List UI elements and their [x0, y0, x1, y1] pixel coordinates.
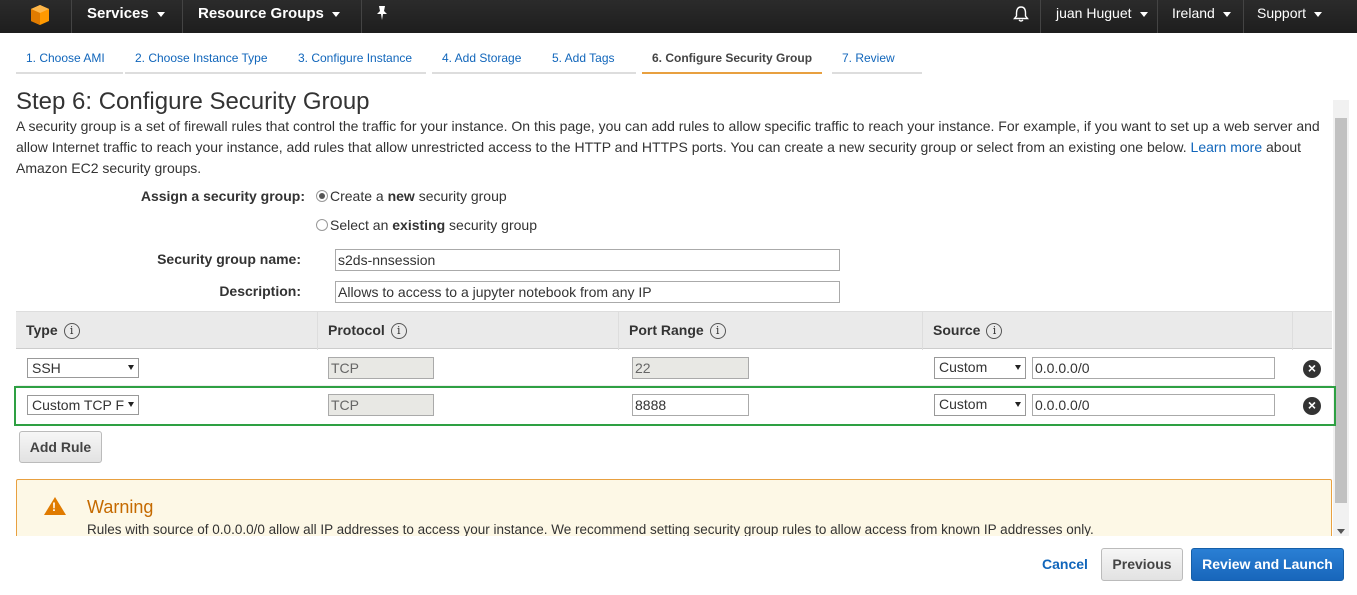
chevron-down-icon — [1015, 365, 1021, 370]
add-rule-button[interactable]: Add Rule — [19, 431, 102, 463]
rules-table-header: Type i Protocol i Port Range i Source i — [16, 311, 1332, 350]
remove-rule-icon[interactable]: × — [1303, 360, 1321, 378]
tab-add-storage[interactable]: 4. Add Storage — [432, 46, 550, 74]
cancel-button[interactable]: Cancel — [1042, 556, 1088, 572]
divider — [182, 0, 183, 33]
region-menu[interactable]: Ireland — [1172, 0, 1231, 33]
tab-review[interactable]: 7. Review — [832, 46, 922, 74]
tab-configure-security-group[interactable]: 6. Configure Security Group — [642, 46, 822, 74]
port-range-input[interactable]: 8888 — [632, 394, 749, 416]
chevron-down-icon — [1222, 11, 1231, 17]
assign-security-group-label: Assign a security group: — [140, 188, 305, 204]
divider — [71, 0, 72, 33]
scroll-down-icon[interactable] — [1337, 529, 1345, 534]
review-and-launch-button[interactable]: Review and Launch — [1191, 548, 1344, 581]
user-menu[interactable]: juan Huguet — [1056, 0, 1148, 33]
vertical-scrollbar[interactable] — [1333, 100, 1349, 538]
column-port-range: Port Range i — [619, 312, 923, 350]
source-cidr-input[interactable]: 0.0.0.0/0 — [1032, 357, 1275, 379]
divider — [1157, 0, 1158, 33]
warning-title: Warning — [87, 497, 154, 517]
page-title: Step 6: Configure Security Group — [16, 88, 370, 115]
table-row: SSH TCP 22 Custom 0.0.0.0/0 × — [16, 350, 1332, 386]
chevron-down-icon — [1139, 11, 1148, 17]
radio-create-new[interactable]: Create a new security group — [316, 188, 507, 204]
pin-icon[interactable] — [375, 5, 389, 24]
source-mode-value: Custom — [939, 396, 988, 412]
chevron-down-icon — [331, 11, 340, 17]
divider — [361, 0, 362, 33]
info-icon[interactable]: i — [390, 323, 407, 340]
type-value: Custom TCP F — [32, 397, 125, 413]
scrollbar-thumb[interactable] — [1335, 118, 1347, 503]
source-mode-value: Custom — [939, 359, 988, 375]
intro-text: A security group is a set of firewall ru… — [16, 118, 1320, 155]
column-source-label: Source — [933, 322, 981, 338]
protocol-field: TCP — [328, 394, 434, 416]
region-label: Ireland — [1172, 5, 1215, 21]
port-range-field: 22 — [632, 357, 749, 379]
chevron-down-icon — [128, 365, 134, 370]
type-select[interactable]: SSH — [27, 358, 139, 378]
security-group-name-input[interactable]: s2ds-nnsession — [335, 249, 840, 271]
option-text: Create a — [330, 188, 388, 204]
column-source: Source i — [923, 312, 1293, 350]
chevron-down-icon — [156, 11, 165, 17]
support-menu[interactable]: Support — [1257, 0, 1323, 33]
option-text: security group — [414, 188, 507, 204]
chevron-down-icon — [1314, 11, 1323, 17]
bell-icon[interactable] — [1012, 5, 1030, 26]
services-menu[interactable]: Services — [87, 0, 165, 33]
option-text: Select an — [330, 217, 393, 233]
support-label: Support — [1257, 5, 1307, 21]
divider — [1040, 0, 1041, 33]
column-protocol: Protocol i — [318, 312, 619, 350]
column-type-label: Type — [26, 322, 58, 338]
footer-bar: Cancel Previous Review and Launch — [0, 536, 1357, 595]
protocol-field: TCP — [328, 357, 434, 379]
option-bold: existing — [392, 217, 446, 233]
table-row: Custom TCP F TCP 8888 Custom 0.0.0.0/0 × — [14, 386, 1336, 426]
previous-button[interactable]: Previous — [1101, 548, 1183, 581]
tab-choose-instance-type[interactable]: 2. Choose Instance Type — [125, 46, 299, 74]
info-icon[interactable]: i — [986, 323, 1003, 340]
services-label: Services — [87, 5, 149, 22]
type-value: SSH — [32, 360, 61, 376]
info-icon[interactable]: i — [709, 323, 726, 340]
description-label: Description: — [219, 283, 301, 299]
source-select[interactable]: Custom — [934, 357, 1026, 379]
warning-text: Rules with source of 0.0.0.0/0 allow all… — [87, 522, 1094, 537]
column-port-range-label: Port Range — [629, 322, 704, 338]
top-navigation-bar: Services Resource Groups juan Huguet Ire… — [0, 0, 1357, 33]
option-text: security group — [445, 217, 537, 233]
learn-more-link[interactable]: Learn more — [1191, 139, 1263, 155]
aws-logo-icon[interactable] — [28, 3, 52, 27]
radio-button-checked[interactable] — [316, 190, 328, 202]
divider — [1243, 0, 1244, 33]
chevron-down-icon — [128, 402, 134, 407]
source-cidr-input[interactable]: 0.0.0.0/0 — [1032, 394, 1275, 416]
intro-paragraph: A security group is a set of firewall ru… — [16, 116, 1326, 179]
type-select[interactable]: Custom TCP F — [27, 395, 139, 415]
warning-icon: ! — [44, 497, 66, 515]
security-group-name-label: Security group name: — [157, 251, 301, 267]
tab-configure-instance[interactable]: 3. Configure Instance — [288, 46, 426, 74]
info-icon[interactable]: i — [63, 323, 80, 340]
radio-select-existing[interactable]: Select an existing security group — [316, 217, 537, 233]
column-protocol-label: Protocol — [328, 322, 385, 338]
resource-groups-menu[interactable]: Resource Groups — [198, 0, 340, 33]
description-input[interactable]: Allows to access to a jupyter notebook f… — [335, 281, 840, 303]
radio-button[interactable] — [316, 219, 328, 231]
resource-groups-label: Resource Groups — [198, 5, 324, 22]
source-select[interactable]: Custom — [934, 394, 1026, 416]
tab-add-tags[interactable]: 5. Add Tags — [542, 46, 636, 74]
chevron-down-icon — [1015, 402, 1021, 407]
option-bold: new — [387, 188, 415, 204]
tab-choose-ami[interactable]: 1. Choose AMI — [16, 46, 123, 74]
remove-rule-icon[interactable]: × — [1303, 397, 1321, 415]
user-name: juan Huguet — [1056, 5, 1132, 21]
column-type: Type i — [16, 312, 318, 350]
